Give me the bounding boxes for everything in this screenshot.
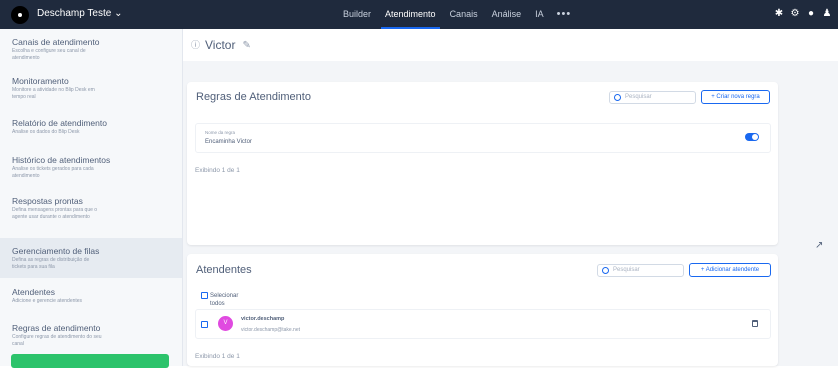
sidebar-item-title: Regras de atendimento (12, 323, 101, 333)
rules-search-input[interactable]: Pesquisar (609, 91, 696, 104)
rules-title: Regras de Atendimento (196, 91, 311, 103)
bot-logo-icon[interactable] (11, 6, 29, 24)
add-agent-button[interactable]: + Adicionar atendente (689, 263, 771, 277)
sidebar-item-title: Monitoramento (12, 76, 69, 86)
sidebar-item-desc: Analise os dados do Blip Desk (12, 129, 80, 135)
search-icon (602, 267, 609, 274)
sidebar-item-monitoramento[interactable]: Monitoramento Monitore a atividade no Bl… (0, 76, 182, 101)
rule-label: Nome da regra (205, 130, 236, 135)
agents-search-input[interactable]: Pesquisar (597, 264, 684, 277)
page-title: Victor (205, 38, 236, 52)
bot-selector[interactable]: Deschamp Teste ⌄ (37, 8, 122, 19)
rule-toggle[interactable] (745, 133, 759, 141)
sidebar-item-historico[interactable]: Histórico de atendimentos Analise os tic… (0, 155, 182, 180)
rule-name: Encaminha Victor (205, 139, 252, 145)
sidebar-item-canais[interactable]: Canais de atendimento Escolha e configur… (0, 37, 182, 62)
sidebar-item-title: Canais de atendimento (12, 37, 100, 47)
nav-builder[interactable]: Builder (336, 0, 378, 29)
agent-name: victor.deschamp (241, 316, 285, 322)
page-header: ⓘ Victor ✎ (191, 38, 251, 52)
agent-row[interactable]: V victor.deschamp victor.deschamp@take.n… (195, 309, 771, 339)
info-icon[interactable]: ⓘ (191, 41, 200, 50)
search-icon (614, 94, 621, 101)
sidebar-item-title: Respostas prontas (12, 196, 83, 206)
gear-icon[interactable]: ⚙ (790, 8, 800, 19)
sidebar-item-desc: Escolha e configure seu canal de atendim… (12, 48, 86, 61)
sidebar-item-desc: Defina as regras de distribuição de tick… (12, 257, 90, 270)
rules-count: Exibindo 1 de 1 (195, 167, 240, 174)
puzzle-icon[interactable]: ✱ (774, 8, 784, 19)
sidebar-item-desc: Analise os tickets gerados para cada ate… (12, 166, 94, 179)
edit-icon[interactable]: ✎ (242, 40, 250, 51)
sidebar-item-title: Relatório de atendimento (12, 118, 107, 128)
trash-icon[interactable] (752, 320, 758, 327)
top-icons: ✱ ⚙ ● ♟ (774, 8, 832, 19)
rules-search-placeholder: Pesquisar (625, 94, 652, 100)
sidebar-item-relatorio[interactable]: Relatório de atendimento Analise os dado… (0, 118, 182, 136)
top-bar: Deschamp Teste ⌄ Builder Atendimento Can… (0, 0, 838, 29)
main-nav: Builder Atendimento Canais Análise IA ••… (336, 0, 577, 29)
sidebar-item-respostas[interactable]: Respostas prontas Defina mensagens pront… (0, 196, 182, 221)
select-all-label: Selecionar todos (199, 292, 239, 308)
mouse-cursor-icon: ↗ (815, 240, 824, 251)
sidebar-item-regras[interactable]: Regras de atendimento Configure regras d… (0, 323, 182, 348)
sidebar-item-atendentes[interactable]: Atendentes Adicione e gerencie atendente… (0, 287, 182, 305)
more-icon[interactable]: ••• (551, 1, 578, 28)
sidebar-item-desc: Adicione e gerencie atendentes (12, 298, 83, 304)
sidebar-item-title: Histórico de atendimentos (12, 155, 111, 165)
agents-title: Atendentes (196, 264, 252, 276)
sidebar-item-desc: Defina mensagens prontas para que o agen… (12, 207, 98, 220)
sidebar: Canais de atendimento Escolha e configur… (0, 29, 183, 366)
sidebar-item-desc: Monitore a atividade no Blip Desk em tem… (12, 87, 95, 100)
rule-row[interactable]: Nome da regra Encaminha Victor (195, 123, 771, 153)
sidebar-item-title: Gerenciamento de filas (12, 246, 100, 256)
nav-ia[interactable]: IA (528, 0, 551, 29)
team-icon[interactable]: ● (806, 8, 816, 19)
nav-atendimento[interactable]: Atendimento (378, 0, 443, 29)
create-rule-button[interactable]: + Criar nova regra (701, 90, 770, 104)
avatar: V (218, 316, 233, 331)
agents-search-placeholder: Pesquisar (613, 267, 640, 273)
sidebar-item-desc: Configure regras de atendimento do seu c… (12, 334, 102, 347)
rules-card (187, 82, 778, 245)
user-icon[interactable]: ♟ (822, 8, 832, 19)
agents-count: Exibindo 1 de 1 (195, 353, 240, 360)
sidebar-item-filas[interactable]: Gerenciamento de filas Defina as regras … (0, 238, 182, 278)
sidebar-item-title: Atendentes (12, 287, 56, 297)
agent-email: victor.deschamp@take.net (241, 327, 300, 333)
nav-canais[interactable]: Canais (443, 0, 485, 29)
agent-checkbox[interactable] (201, 321, 208, 328)
nav-analise[interactable]: Análise (485, 0, 529, 29)
select-all-text: Selecionar todos (210, 293, 239, 307)
